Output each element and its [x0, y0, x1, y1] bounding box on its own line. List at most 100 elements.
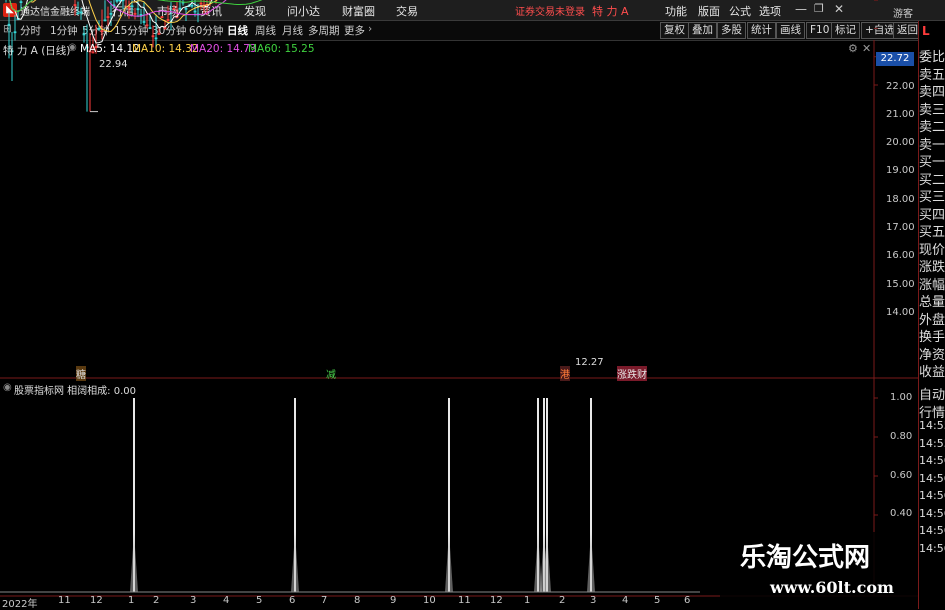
- quote-row-label: 卖一: [919, 137, 945, 153]
- signal-spike: [445, 532, 453, 592]
- sub-y-tick: 1.00: [890, 392, 913, 403]
- quote-row-label: 总量: [919, 295, 945, 310]
- ma10-label: MA10: 14.32: [132, 43, 199, 55]
- x-tick: 6: [684, 595, 691, 606]
- quote-row-label: 收益: [919, 365, 945, 380]
- high-price-label: 22.94: [99, 59, 128, 70]
- signal-spike: [291, 532, 299, 592]
- candlestick-body: [115, 0, 119, 2]
- gear-icon[interactable]: ⚙: [848, 42, 858, 55]
- y-tick: 20.00: [886, 137, 915, 148]
- quote-row-label: 卖五: [919, 67, 945, 83]
- event-marker[interactable]: 减: [326, 366, 336, 381]
- quote-row-label: 卖四: [919, 85, 945, 100]
- tick-time: 14:56: [919, 471, 945, 485]
- signal-spike: [130, 532, 138, 592]
- ma20-line: [9, 0, 227, 17]
- quote-row-label: 买四: [919, 207, 945, 223]
- quote-row-label: 卖三: [919, 102, 945, 118]
- x-tick: 3: [590, 595, 597, 606]
- x-tick: 3: [190, 595, 197, 606]
- ma10-line: [9, 0, 218, 33]
- candlestick-body: [142, 21, 146, 23]
- tick-time: 14:56: [919, 506, 945, 520]
- quote-row-label: 现价: [919, 242, 945, 258]
- quote-row-label: 涨跌: [919, 260, 945, 275]
- x-tick: 10: [423, 595, 436, 606]
- x-tick: 2: [153, 595, 160, 606]
- y-tick: 19.00: [886, 165, 915, 176]
- candlestick-body: [97, 27, 101, 30]
- ma60-label: MA60: 15.25: [248, 43, 315, 55]
- y-tick: 14.00: [886, 307, 915, 318]
- candlestick-body: [19, 1, 23, 4]
- candlestick-body: [178, 7, 182, 10]
- candlestick-body: [79, 11, 83, 14]
- tick-time: 14:55: [919, 419, 945, 432]
- candlestick-body: [193, 10, 197, 13]
- candlestick-body: [148, 27, 152, 29]
- candlestick-body: [190, 4, 194, 7]
- candlestick-body: [154, 37, 158, 40]
- candlestick-body: [130, 5, 134, 8]
- y-tick: 17.00: [886, 222, 915, 233]
- y-tick: 22.00: [886, 81, 915, 92]
- quote-row-label: 卖二: [919, 120, 945, 135]
- x-tick: 12: [90, 595, 103, 606]
- y-tick: 15.00: [886, 279, 915, 290]
- tick-time: 14:55: [919, 436, 945, 450]
- event-marker[interactable]: 港: [560, 366, 570, 381]
- quote-row-label: 委比: [919, 50, 945, 65]
- kline-chart[interactable]: [0, 0, 945, 609]
- candlestick-body: [109, 12, 113, 15]
- main-chart-title: 特 力 A (日线): [3, 45, 71, 57]
- x-tick: 6: [289, 595, 296, 606]
- ma5-line: [9, 0, 213, 44]
- event-marker[interactable]: 涨跌财: [617, 366, 647, 381]
- x-tick: 11: [458, 595, 471, 606]
- quote-row-label: 买五: [919, 225, 945, 240]
- sub-y-tick: 0.60: [890, 470, 913, 481]
- x-tick: 5: [256, 595, 263, 606]
- x-tick: 5: [654, 595, 661, 606]
- y-tick: 16.00: [886, 250, 915, 261]
- sub-settings-icon[interactable]: ◉: [3, 382, 12, 393]
- x-tick: 4: [223, 595, 230, 606]
- watermark-title: 乐淘公式网: [740, 543, 871, 573]
- quote-row-label: 涨幅: [919, 277, 945, 293]
- watermark-url: www.60lt.com: [770, 578, 894, 597]
- sub-chart-title: 股票指标网 相阔相成: 0.00: [14, 386, 136, 397]
- candlestick-body: [7, 23, 11, 26]
- sub-y-tick: 0.40: [890, 508, 913, 519]
- quote-tab[interactable]: 自动: [919, 384, 945, 403]
- candlestick-body: [184, 7, 188, 10]
- x-tick: 2022年: [2, 599, 38, 610]
- quote-row-label: 外盘: [919, 312, 945, 328]
- x-tick: 1: [128, 595, 135, 606]
- quote-row-label: 买一: [919, 155, 945, 170]
- signal-spike: [587, 532, 595, 592]
- x-tick: 4: [622, 595, 629, 606]
- candlestick-body: [139, 14, 143, 16]
- panel-tag: L: [922, 24, 930, 38]
- x-tick: 1: [524, 595, 531, 606]
- ma5-label: MA5: 14.12: [80, 43, 140, 55]
- candlestick-body: [82, 33, 86, 36]
- x-tick: 11: [58, 595, 71, 606]
- y-tick: 18.00: [886, 194, 915, 205]
- current-price-tag: 22.72: [876, 52, 914, 66]
- quote-tab[interactable]: 行情: [919, 402, 945, 421]
- quote-row-label: 买三: [919, 190, 945, 205]
- close-panel-icon[interactable]: ✕: [862, 42, 871, 55]
- tick-time: 14:56: [919, 541, 945, 555]
- tick-time: 14:56: [919, 524, 945, 537]
- settings-dot-icon[interactable]: ◉: [68, 42, 77, 53]
- x-tick: 2: [559, 595, 566, 606]
- quote-row-label: 净资: [919, 347, 945, 363]
- candlestick-body: [103, 19, 107, 22]
- candlestick-body: [76, 12, 80, 15]
- candlestick-body: [118, 0, 122, 2]
- event-marker[interactable]: 糖: [76, 366, 86, 381]
- ma60-line: [9, 0, 263, 13]
- ma20-label: MA20: 14.73: [190, 43, 257, 55]
